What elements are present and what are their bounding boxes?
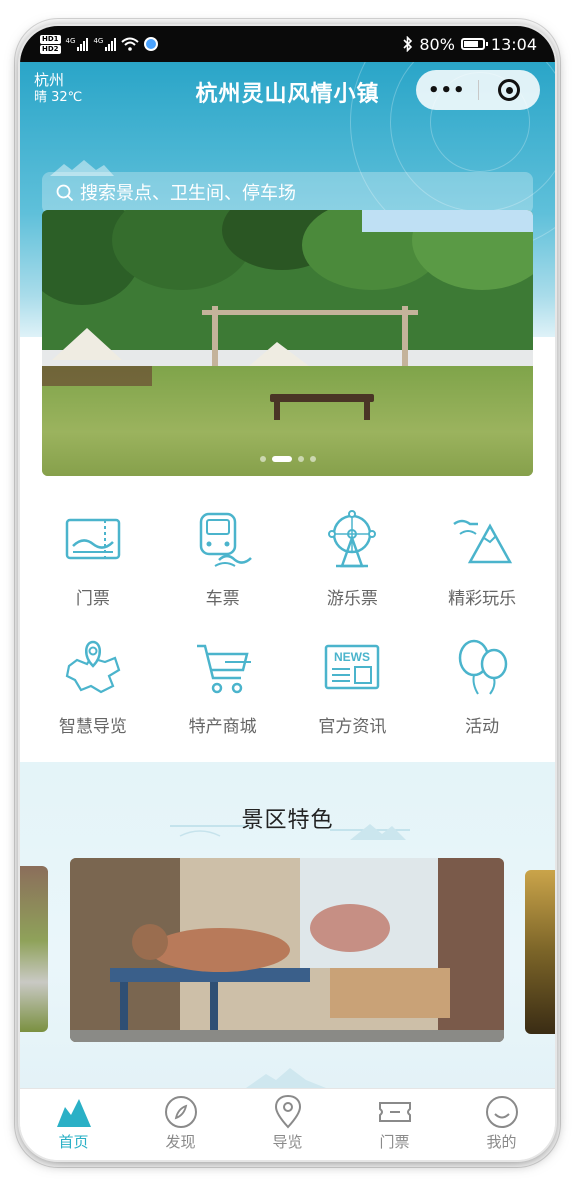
close-miniprogram-button[interactable] bbox=[478, 79, 540, 101]
grid-item-official-news[interactable]: NEWS 官方资讯 bbox=[288, 622, 418, 750]
train-icon bbox=[199, 512, 252, 567]
wifi-icon bbox=[121, 37, 139, 51]
grid-item-train-tickets[interactable]: 车票 bbox=[158, 494, 288, 622]
banner-image bbox=[42, 210, 533, 370]
mountain-home-icon bbox=[56, 1099, 91, 1127]
tab-tickets[interactable]: 门票 bbox=[341, 1089, 448, 1160]
hd1-badge: HD1 bbox=[40, 34, 61, 44]
mountain-decoration-icon bbox=[246, 1068, 326, 1088]
cart-icon bbox=[196, 644, 251, 694]
ticket-icon bbox=[378, 1102, 411, 1122]
grid-label: 特产商城 bbox=[188, 717, 257, 737]
tab-label: 门票 bbox=[379, 1133, 410, 1151]
signal-icon: 4G bbox=[66, 37, 89, 51]
location-pin-icon bbox=[274, 1095, 301, 1129]
mini-program-capsule: ••• bbox=[416, 70, 540, 110]
feature-card-image bbox=[70, 858, 504, 1042]
tab-label: 首页 bbox=[58, 1133, 89, 1151]
ferris-wheel-icon bbox=[328, 510, 377, 568]
carousel-dot[interactable] bbox=[271, 456, 292, 462]
feature-grid: 门票 车票 游乐票 精彩玩乐 智慧导览 特产商城 NEWS 官方资讯 活动 bbox=[20, 494, 555, 750]
ticket-landscape-icon bbox=[65, 518, 121, 560]
tab-me[interactable]: 我的 bbox=[448, 1089, 555, 1160]
tab-label: 发现 bbox=[165, 1133, 196, 1151]
tab-label: 导览 bbox=[272, 1133, 303, 1151]
search-bar[interactable] bbox=[42, 172, 533, 214]
grid-label: 活动 bbox=[465, 717, 500, 737]
grid-label: 车票 bbox=[205, 589, 240, 609]
carousel-dot[interactable] bbox=[309, 456, 316, 462]
banner-carousel[interactable] bbox=[42, 210, 533, 476]
more-menu-button[interactable]: ••• bbox=[416, 80, 478, 101]
battery-percent: 80% bbox=[419, 34, 455, 54]
tab-label: 我的 bbox=[486, 1133, 517, 1151]
grid-label: 门票 bbox=[75, 589, 110, 609]
network-type-1: 4G bbox=[65, 37, 76, 45]
carousel-dot[interactable] bbox=[297, 456, 304, 462]
bluetooth-icon bbox=[403, 36, 413, 52]
grid-label: 智慧导览 bbox=[58, 717, 127, 737]
carousel-indicator bbox=[42, 456, 533, 462]
tab-guide[interactable]: 导览 bbox=[234, 1089, 341, 1160]
mountain-wave-icon bbox=[453, 519, 513, 564]
network-type-2: 4G bbox=[93, 37, 104, 45]
grid-label: 精彩玩乐 bbox=[448, 589, 517, 609]
tab-discover[interactable]: 发现 bbox=[127, 1089, 234, 1160]
grid-item-amusement-tickets[interactable]: 游乐票 bbox=[288, 494, 418, 622]
grid-label: 官方资讯 bbox=[318, 717, 387, 737]
feature-card-main[interactable] bbox=[70, 858, 504, 1042]
signal-icon-2: 4G bbox=[93, 37, 117, 51]
map-pin-icon bbox=[65, 640, 121, 694]
news-text: NEWS bbox=[334, 650, 370, 664]
hd2-badge: HD2 bbox=[40, 44, 61, 54]
clock: 13:04 bbox=[490, 34, 537, 54]
grid-item-smart-guide[interactable]: 智慧导览 bbox=[28, 622, 158, 750]
grid-item-activities-fun[interactable]: 精彩玩乐 bbox=[417, 494, 547, 622]
tab-home[interactable]: 首页 bbox=[20, 1089, 127, 1160]
search-icon bbox=[56, 184, 74, 202]
bottom-tab-bar: 首页 发现 导览 门票 我的 bbox=[20, 1088, 555, 1160]
target-icon bbox=[498, 79, 521, 101]
grid-item-tickets[interactable]: 门票 bbox=[28, 494, 158, 622]
grid-label: 游乐票 bbox=[326, 589, 378, 609]
compass-icon bbox=[164, 1096, 197, 1128]
scenic-features-section: 景区特色 bbox=[20, 762, 555, 1090]
phone-screen: HD1 HD2 4G 4G 80% 13:04 杭州 晴 32℃ 杭州灵山风情小… bbox=[20, 26, 555, 1160]
feature-card-next[interactable] bbox=[525, 870, 555, 1034]
grid-item-specialty-mall[interactable]: 特产商城 bbox=[158, 622, 288, 750]
app-notification-icon bbox=[144, 37, 159, 51]
carousel-dot[interactable] bbox=[259, 456, 266, 462]
battery-icon bbox=[460, 38, 488, 50]
search-input[interactable] bbox=[80, 182, 500, 204]
feature-card-prev[interactable] bbox=[20, 866, 48, 1032]
smile-face-icon bbox=[485, 1096, 518, 1128]
balloons-icon bbox=[458, 639, 508, 695]
grid-item-events[interactable]: 活动 bbox=[417, 622, 547, 750]
section-title: 景区特色 bbox=[241, 808, 334, 833]
status-bar: HD1 HD2 4G 4G 80% 13:04 bbox=[20, 26, 555, 62]
news-icon: NEWS bbox=[325, 644, 380, 690]
